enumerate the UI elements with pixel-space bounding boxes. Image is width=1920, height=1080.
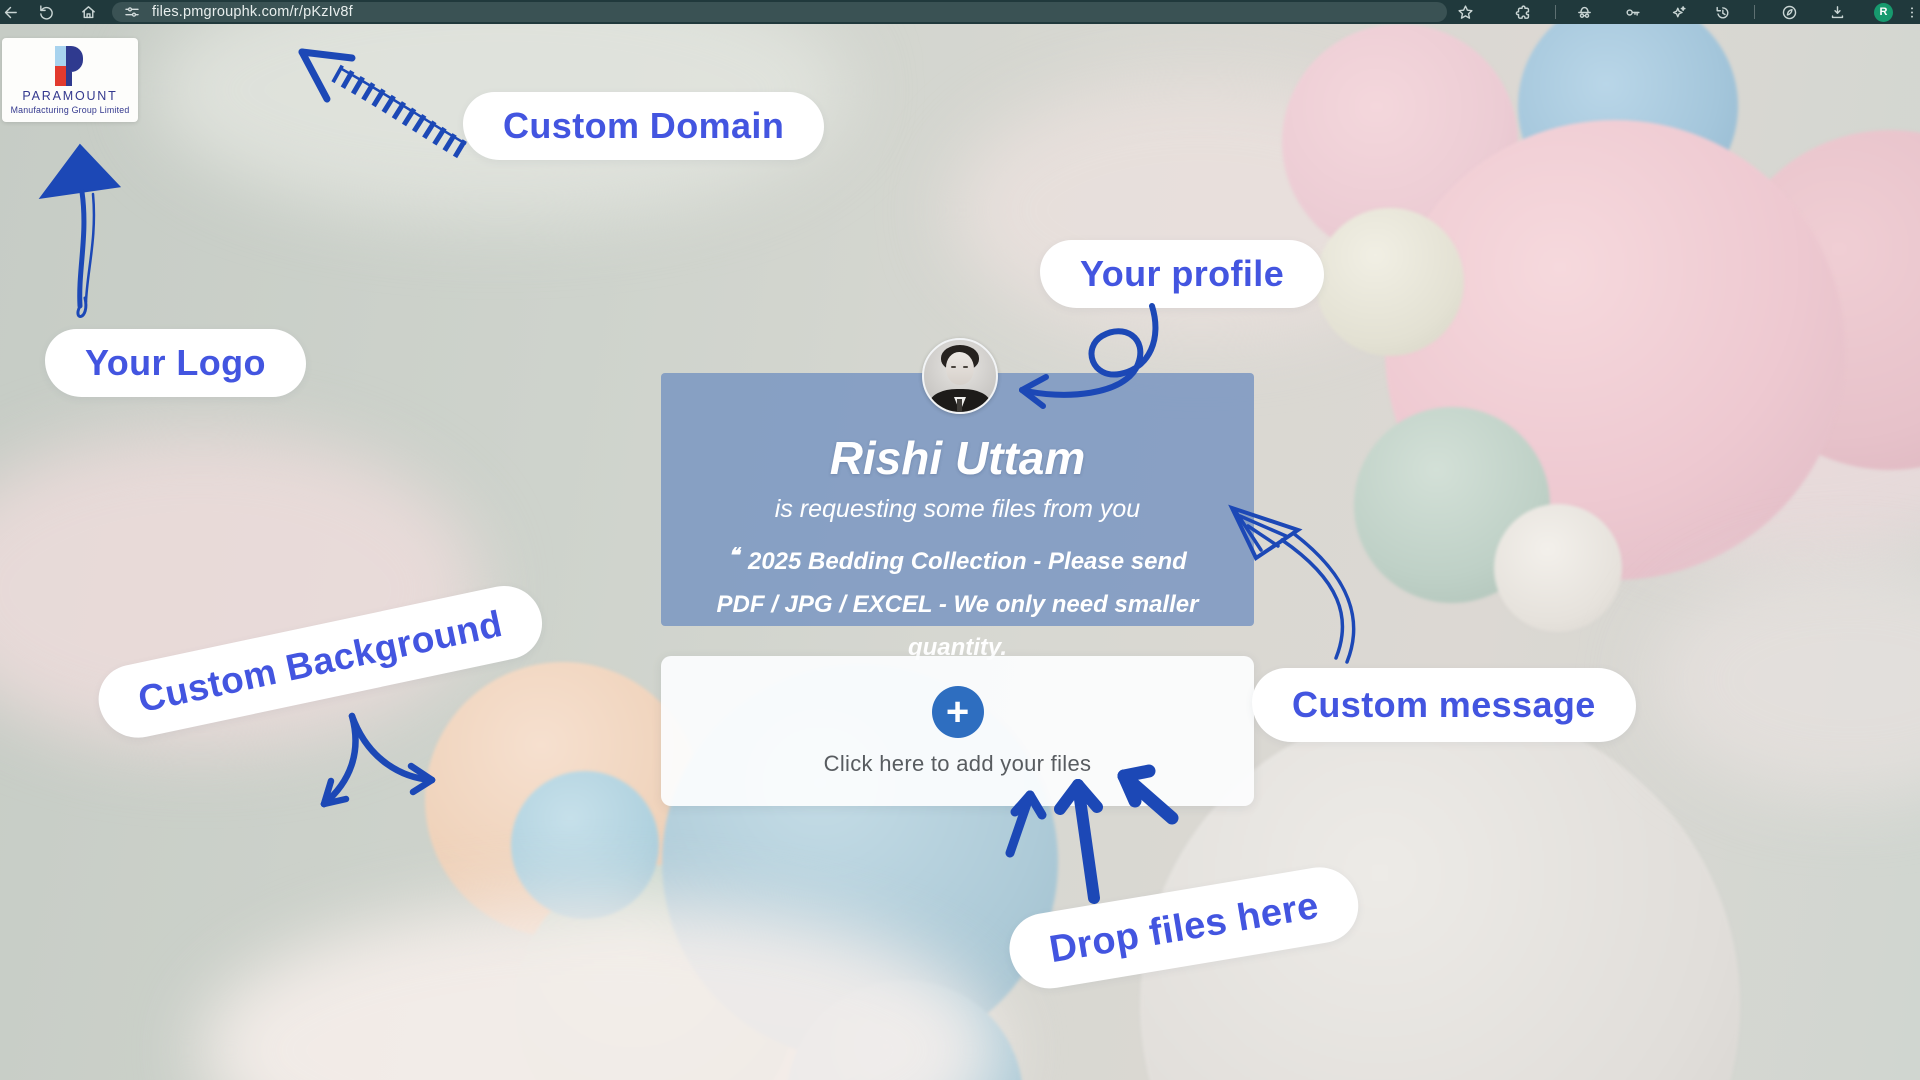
bookmark-star-icon[interactable]: [1455, 2, 1475, 22]
extensions-puzzle-icon[interactable]: [1513, 2, 1533, 22]
incognito-extension-icon[interactable]: [1574, 2, 1594, 22]
request-subtitle: is requesting some files from you: [661, 495, 1254, 524]
brand-name: PARAMOUNT: [2, 89, 138, 103]
requester-avatar: [922, 338, 998, 414]
request-message: ❝2025 Bedding Collection - Please send P…: [703, 538, 1213, 670]
refresh-icon[interactable]: [36, 2, 56, 22]
site-info-icon[interactable]: [124, 4, 140, 20]
quote-icon: ❝: [728, 545, 739, 567]
annotation-custom-message: Custom message: [1252, 668, 1636, 742]
browser-toolbar: files.pmgrouphk.com/r/pKzIv8f R: [0, 0, 1920, 24]
annotation-custom-domain: Custom Domain: [463, 92, 824, 160]
url-text[interactable]: files.pmgrouphk.com/r/pKzIv8f: [152, 4, 353, 20]
file-dropzone[interactable]: + Click here to add your files: [661, 656, 1254, 806]
profile-avatar-badge[interactable]: R: [1874, 3, 1893, 22]
toolbar-divider: [1754, 5, 1755, 19]
annotation-your-logo: Your Logo: [45, 329, 306, 397]
download-icon[interactable]: [1827, 2, 1847, 22]
kebab-menu-icon[interactable]: [1905, 2, 1919, 22]
history-icon[interactable]: [1712, 2, 1732, 22]
password-key-icon[interactable]: [1622, 2, 1642, 22]
cloud: [1650, 560, 1920, 800]
background-sphere: [511, 771, 659, 919]
address-bar[interactable]: files.pmgrouphk.com/r/pKzIv8f: [112, 2, 1447, 22]
annotation-your-profile: Your profile: [1040, 240, 1324, 308]
brand-subtitle: Manufacturing Group Limited: [2, 105, 138, 115]
sparkle-star-icon[interactable]: [1668, 2, 1688, 22]
back-icon[interactable]: [0, 2, 20, 22]
background-sphere: [1494, 504, 1622, 632]
toolbar-divider: [1555, 5, 1556, 19]
brand-logo-mark: [55, 46, 85, 86]
dropzone-label: Click here to add your files: [661, 751, 1254, 777]
plus-icon: +: [932, 686, 984, 738]
requester-name: Rishi Uttam: [661, 431, 1254, 485]
leaf-extension-icon[interactable]: [1779, 2, 1799, 22]
request-message-text: 2025 Bedding Collection - Please send PD…: [717, 548, 1199, 661]
background-sphere: [1316, 208, 1464, 356]
brand-logo-card: PARAMOUNT Manufacturing Group Limited: [2, 38, 138, 122]
home-icon[interactable]: [78, 2, 98, 22]
